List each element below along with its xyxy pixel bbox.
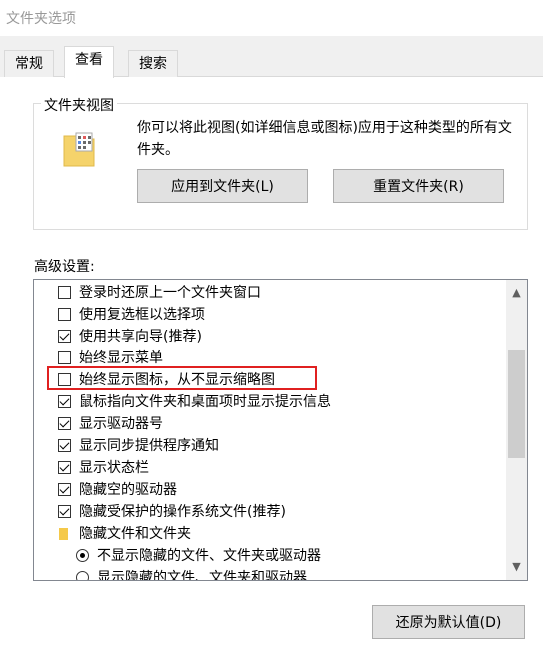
list-item[interactable]: 使用复选框以选择项 [34, 304, 504, 326]
folder-icon [59, 528, 68, 540]
checkbox[interactable] [58, 395, 71, 408]
apply-to-folders-button[interactable]: 应用到文件夹(L) [137, 169, 308, 203]
checkbox[interactable] [58, 483, 71, 496]
list-item[interactable]: 鼠标指向文件夹和桌面项时显示提示信息 [34, 391, 504, 413]
list-item[interactable]: 显示隐藏的文件、文件夹和驱动器 [34, 567, 504, 580]
checkbox[interactable] [58, 461, 71, 474]
checkbox[interactable] [58, 417, 71, 430]
advanced-settings-label: 高级设置: [34, 259, 95, 275]
tab-search[interactable]: 搜索 [128, 50, 178, 77]
folder-views-description: 你可以将此视图(如详细信息或图标)应用于这种类型的所有文件夹。 [137, 120, 512, 158]
checkbox[interactable] [58, 286, 71, 299]
radio-button[interactable] [76, 549, 89, 562]
radio-button[interactable] [76, 571, 89, 580]
scroll-up-icon[interactable]: ▲ [506, 284, 527, 302]
checkbox[interactable] [58, 308, 71, 321]
restore-defaults-button[interactable]: 还原为默认值(D) [372, 605, 525, 639]
highlight-box [47, 366, 317, 390]
list-item[interactable]: 隐藏受保护的操作系统文件(推荐) [34, 501, 504, 523]
list-item[interactable]: 显示状态栏 [34, 457, 504, 479]
advanced-settings-list[interactable]: 登录时还原上一个文件夹窗口 使用复选框以选择项 使用共享向导(推荐) 始终显示菜… [33, 279, 528, 581]
checkbox[interactable] [58, 351, 71, 364]
list-item[interactable]: 不显示隐藏的文件、文件夹或驱动器 [34, 545, 504, 567]
checkbox[interactable] [58, 439, 71, 452]
folder-views-title: 文件夹视图 [41, 95, 117, 115]
reset-folders-button[interactable]: 重置文件夹(R) [333, 169, 504, 203]
list-item: 隐藏文件和文件夹 [34, 523, 504, 545]
checkbox[interactable] [58, 505, 71, 518]
list-item[interactable]: 显示同步提供程序通知 [34, 435, 504, 457]
folder-view-icon [62, 128, 96, 168]
window-title: 文件夹选项 [6, 11, 76, 27]
list-item[interactable]: 使用共享向导(推荐) [34, 326, 504, 348]
tab-view[interactable]: 查看 [64, 46, 114, 78]
scroll-thumb[interactable] [508, 350, 525, 458]
scroll-down-icon[interactable]: ▼ [506, 558, 527, 576]
scrollbar[interactable]: ▲ ▼ [506, 280, 527, 580]
title-bar: 文件夹选项 [0, 0, 543, 36]
list-item[interactable]: 登录时还原上一个文件夹窗口 [34, 282, 504, 304]
list-item[interactable]: 隐藏空的驱动器 [34, 479, 504, 501]
tab-general[interactable]: 常规 [4, 50, 54, 77]
checkbox[interactable] [58, 330, 71, 343]
list-item[interactable]: 显示驱动器号 [34, 413, 504, 435]
